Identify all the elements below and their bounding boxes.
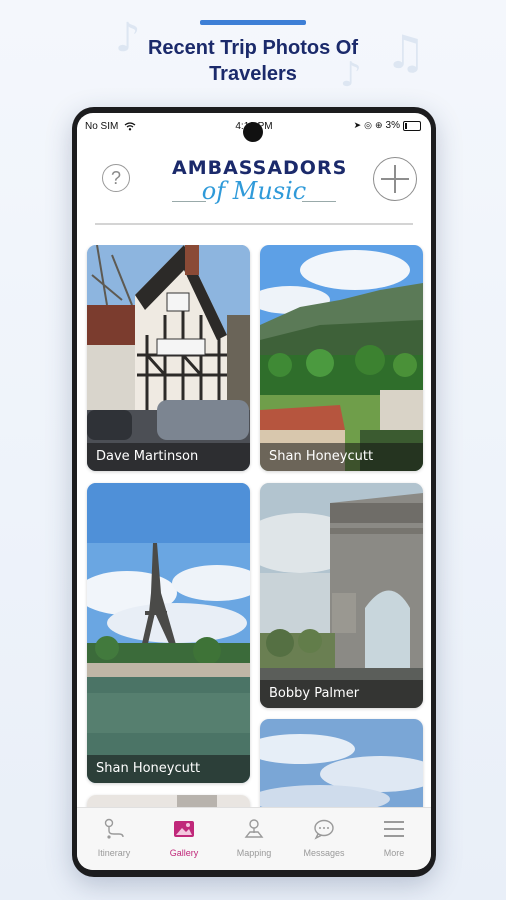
front-camera <box>243 122 263 142</box>
page-headline: Recent Trip Photos Of Travelers <box>0 35 506 87</box>
route-pin-icon <box>104 818 124 839</box>
tab-label: Gallery <box>169 848 199 858</box>
tab-itinerary[interactable]: Itinerary <box>79 808 149 870</box>
photo-tudor-house <box>87 245 250 471</box>
photo-author: Shan Honeycutt <box>260 443 423 471</box>
photo-card[interactable] <box>87 795 250 807</box>
photo-author: Dave Martinson <box>87 443 250 471</box>
add-button[interactable] <box>373 157 417 201</box>
battery-percent: 3% <box>385 120 400 131</box>
logo-rule-right <box>302 201 336 202</box>
photo-sky <box>260 719 423 807</box>
photo-eiffel-tower <box>87 483 250 783</box>
chat-bubble-icon <box>314 819 334 840</box>
photo-arc-de-triomphe <box>260 483 423 708</box>
logo-line-1: AMBASSADORS <box>172 157 348 179</box>
headline-line-1: Recent Trip Photos Of <box>147 37 359 59</box>
photo-card[interactable]: Shan Honeycutt <box>87 483 250 783</box>
headline-line-2: Travelers <box>209 63 297 85</box>
menu-icon <box>384 821 404 837</box>
photo-mountain-village <box>260 245 423 471</box>
image-icon <box>174 821 194 837</box>
rotation-lock-icon: ⊕ <box>375 120 383 130</box>
photo-card[interactable]: Bobby Palmer <box>260 483 423 708</box>
tab-label: Mapping <box>236 848 272 858</box>
location-arrow-icon: ➤ <box>353 120 362 130</box>
phone-screen: No SIM 4:19 PM ➤ ◎ ⊕ 3% ? AMBASSADORS <box>77 113 431 870</box>
app-logo: AMBASSADORS of Music <box>172 157 348 205</box>
bottom-tab-bar: Itinerary Gallery Mapping Messages More <box>77 807 431 870</box>
photo-card[interactable]: Shan Honeycutt <box>260 245 423 471</box>
header-divider <box>95 223 413 225</box>
accent-bar <box>200 20 306 25</box>
tab-mapping[interactable]: Mapping <box>219 808 289 870</box>
help-button[interactable]: ? <box>102 164 130 192</box>
tab-label: More <box>383 848 405 858</box>
status-right: ➤ ◎ ⊕ 3% <box>354 120 421 131</box>
alarm-icon: ◎ <box>364 120 372 130</box>
question-circle-icon: ? <box>110 168 121 188</box>
photo-partial <box>87 795 250 807</box>
battery-icon <box>403 120 421 131</box>
logo-rule-left <box>172 201 206 202</box>
app-header: ? AMBASSADORS of Music <box>77 151 431 219</box>
photo-author: Bobby Palmer <box>260 680 423 708</box>
photo-gallery: Dave Martinson Shan Honeycutt Shan Honey… <box>77 245 431 807</box>
photo-author: Shan Honeycutt <box>87 755 250 783</box>
photo-card[interactable] <box>260 719 423 807</box>
tab-messages[interactable]: Messages <box>289 808 359 870</box>
tab-label: Messages <box>303 848 345 858</box>
photo-card[interactable]: Dave Martinson <box>87 245 250 471</box>
tab-gallery[interactable]: Gallery <box>149 808 219 870</box>
tab-label: Itinerary <box>97 848 131 858</box>
tab-more[interactable]: More <box>359 808 429 870</box>
map-pin-icon <box>244 819 264 838</box>
